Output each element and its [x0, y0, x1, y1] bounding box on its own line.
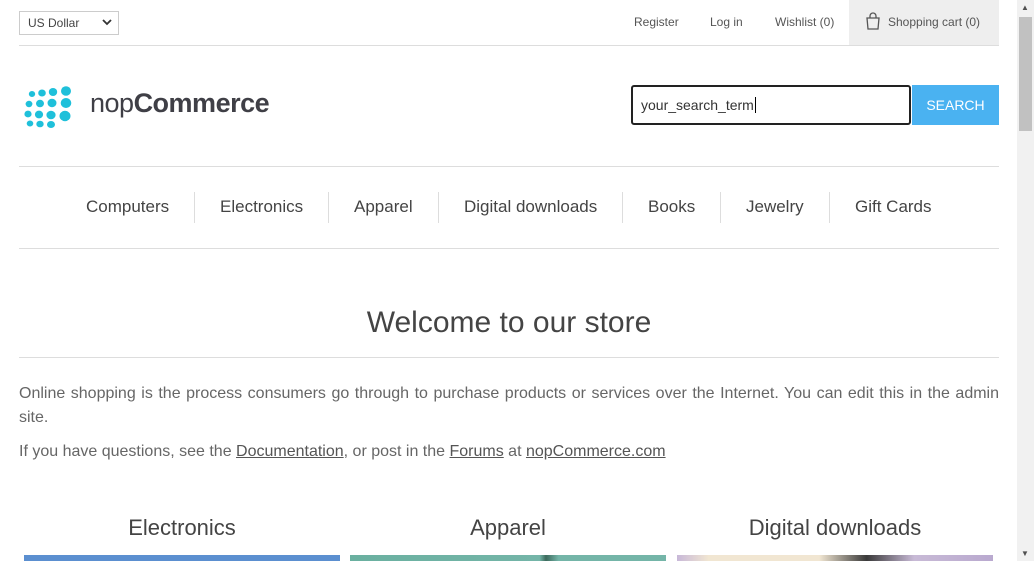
menu-separator: [194, 192, 195, 223]
documentation-link[interactable]: Documentation: [236, 443, 344, 460]
register-link[interactable]: Register: [634, 15, 679, 29]
title-divider: [19, 357, 999, 358]
category-title-apparel[interactable]: Apparel: [350, 515, 666, 541]
search-input-value: your_search_term: [641, 97, 754, 113]
search-button[interactable]: SEARCH: [912, 85, 999, 125]
category-title-electronics[interactable]: Electronics: [24, 515, 340, 541]
category-image-apparel[interactable]: [350, 555, 666, 561]
header-top-bar: US Dollar Register Log in Wishlist (0) S…: [19, 0, 999, 46]
menu-separator: [829, 192, 830, 223]
category-title-digital-downloads[interactable]: Digital downloads: [677, 515, 993, 541]
scroll-up-icon[interactable]: ▲: [1021, 3, 1029, 12]
welcome-paragraph: Online shopping is the process consumers…: [19, 385, 999, 426]
menu-item-gift-cards[interactable]: Gift Cards: [855, 197, 932, 217]
page-title: Welcome to our store: [366, 306, 652, 339]
menu-separator: [622, 192, 623, 223]
forums-link[interactable]: Forums: [450, 443, 504, 460]
scroll-down-icon[interactable]: ▼: [1021, 549, 1029, 558]
currency-value: US Dollar: [28, 16, 80, 30]
menu-item-jewelry[interactable]: Jewelry: [746, 197, 804, 217]
menu-item-electronics[interactable]: Electronics: [220, 197, 303, 217]
text-cursor: [754, 97, 756, 113]
currency-select[interactable]: US Dollar: [19, 11, 119, 35]
shopping-cart-link[interactable]: Shopping cart (0): [849, 0, 999, 45]
scrollbar-thumb[interactable]: [1019, 17, 1032, 131]
store-logo[interactable]: nopCommerce: [22, 84, 272, 129]
menu-item-computers[interactable]: Computers: [86, 197, 169, 217]
category-image-electronics[interactable]: [24, 555, 340, 561]
wishlist-link[interactable]: Wishlist (0): [775, 15, 834, 29]
vertical-scrollbar[interactable]: ▲ ▼: [1017, 0, 1034, 561]
help-paragraph: If you have questions, see the Documenta…: [19, 443, 666, 460]
menu-item-apparel[interactable]: Apparel: [354, 197, 413, 217]
logo-dots-icon: [24, 86, 72, 128]
menu-item-digital-downloads[interactable]: Digital downloads: [464, 197, 597, 217]
menu-separator: [328, 192, 329, 223]
page: US Dollar Register Log in Wishlist (0) S…: [19, 0, 999, 561]
category-image-digital-downloads[interactable]: [677, 555, 993, 561]
chevron-down-icon: [102, 19, 112, 26]
menu-item-books[interactable]: Books: [648, 197, 695, 217]
shopping-bag-icon: [866, 12, 880, 30]
shopping-cart-label: Shopping cart (0): [888, 15, 981, 29]
menu-separator: [720, 192, 721, 223]
login-link[interactable]: Log in: [710, 15, 743, 29]
logo-text: nopCommerce: [90, 88, 270, 118]
search-input[interactable]: your_search_term: [631, 85, 911, 125]
top-menu: Computers Electronics Apparel Digital do…: [19, 166, 999, 249]
nopcommerce-link[interactable]: nopCommerce.com: [526, 443, 666, 460]
menu-separator: [438, 192, 439, 223]
